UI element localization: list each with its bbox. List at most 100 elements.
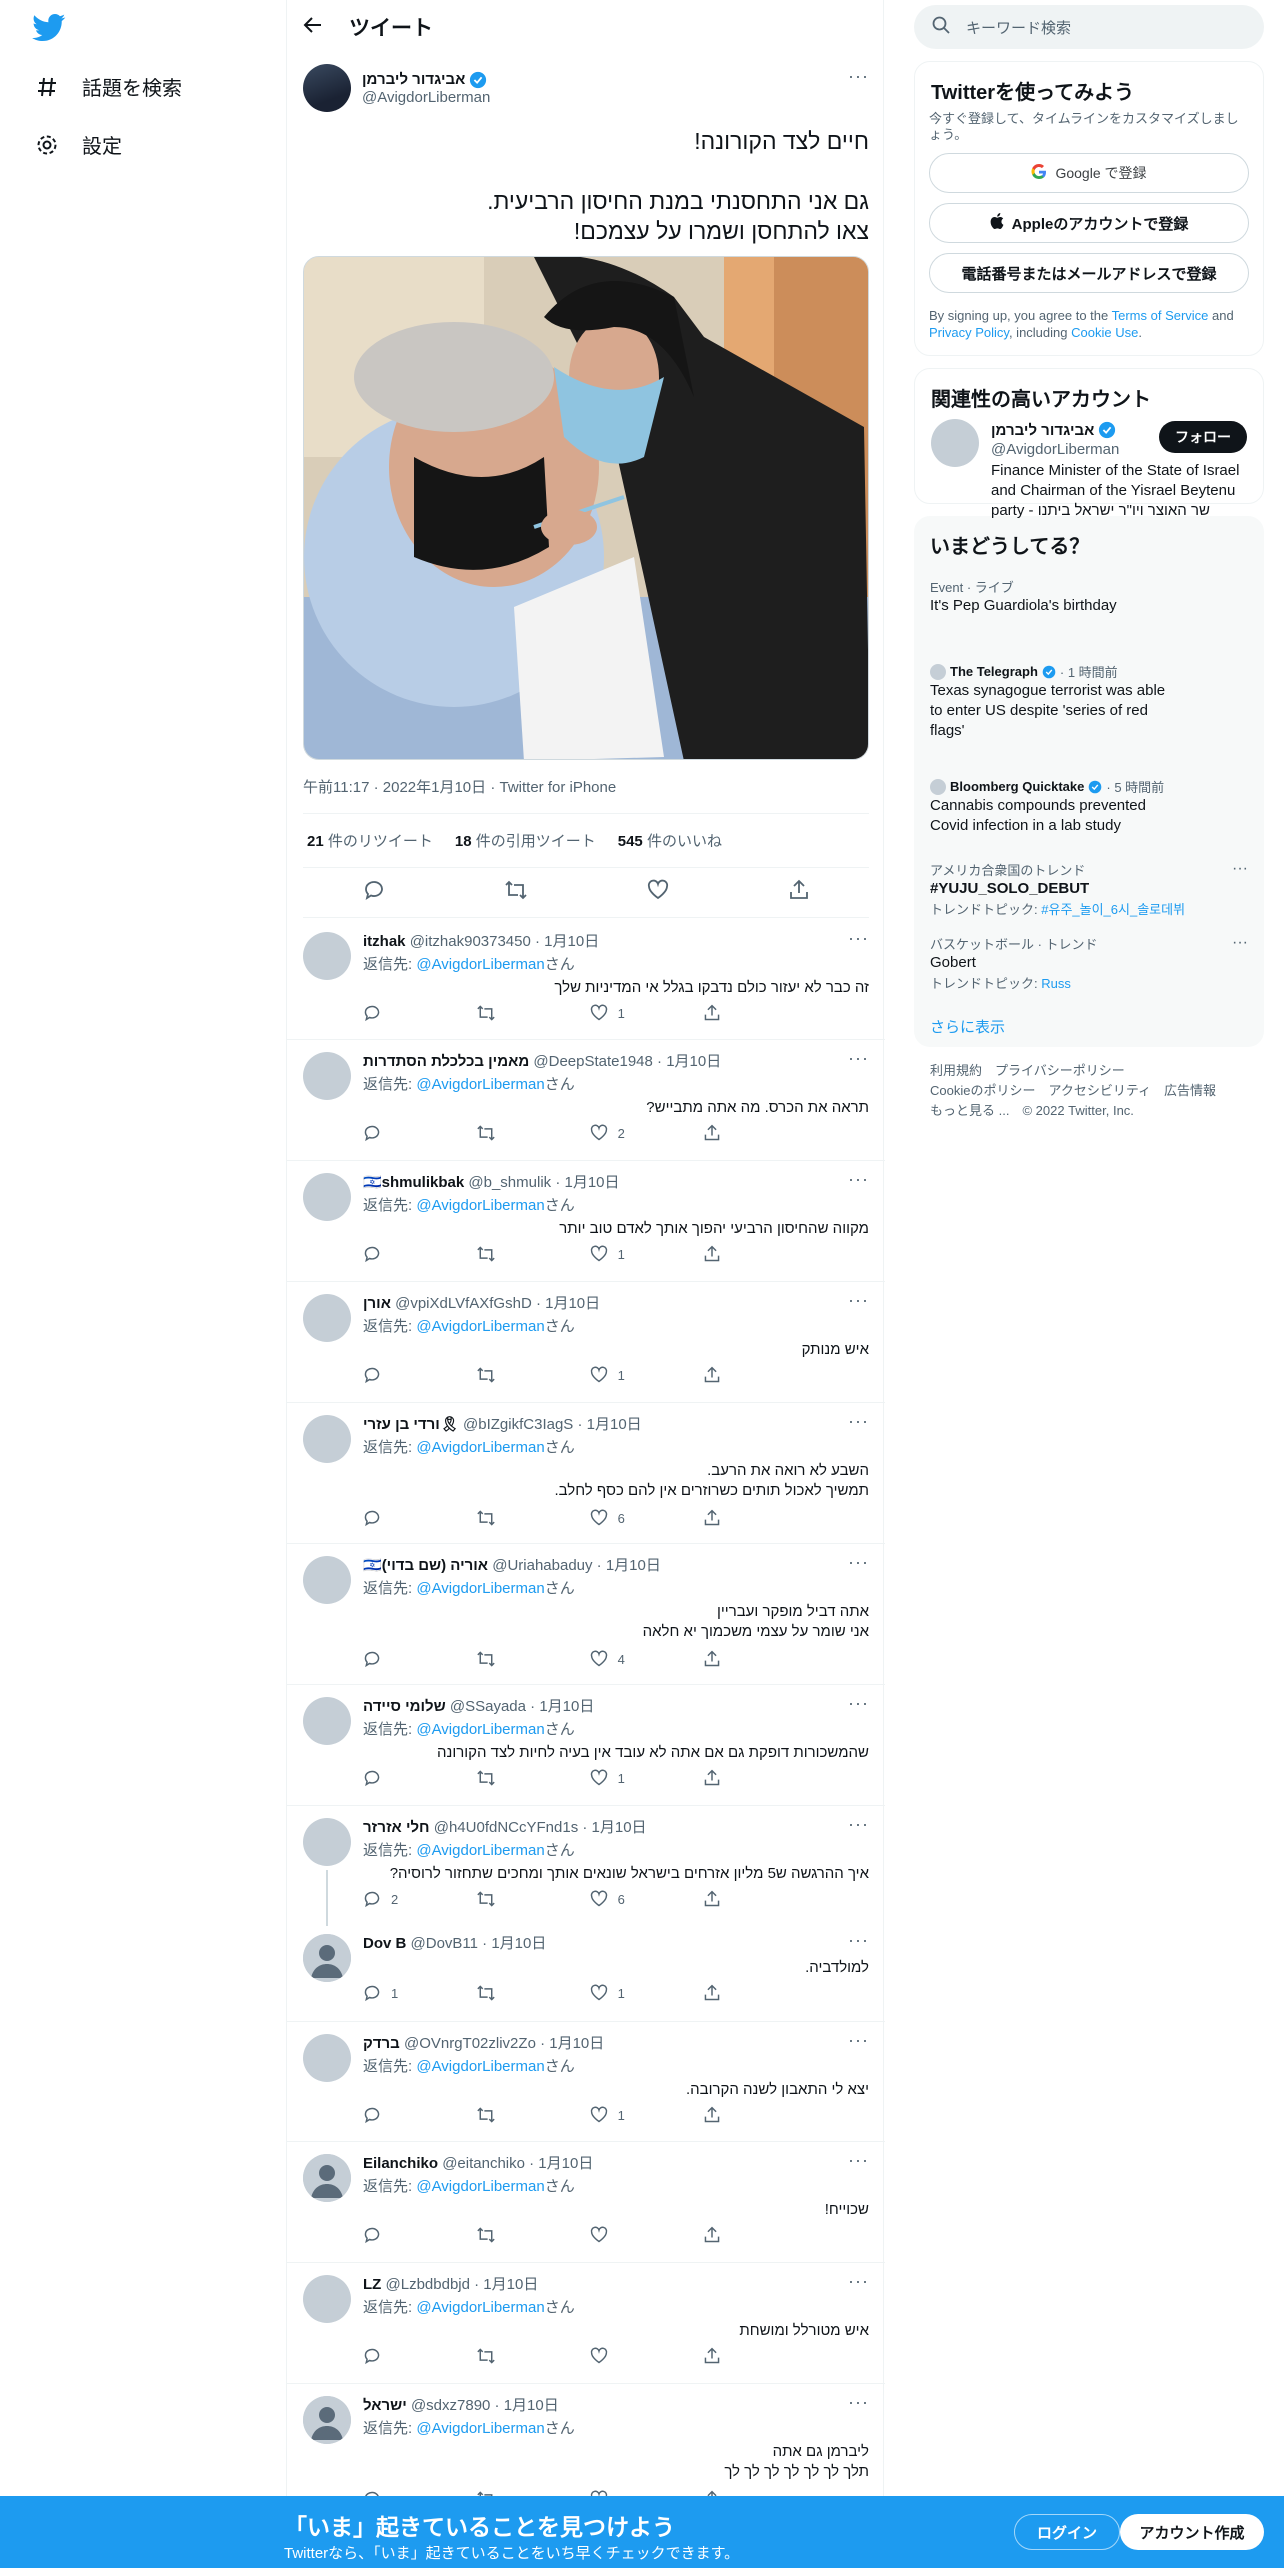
reply-tweet[interactable]: אורן @vpiXdLVfAXfGshD · 1月10日 返信先: @Avigd… xyxy=(287,1282,885,1403)
reply-icon[interactable] xyxy=(363,879,385,906)
like-button[interactable]: 6 xyxy=(590,1890,690,1908)
tweet-author[interactable]: אביגדור ליברמן @AvigdorLiberman xyxy=(303,64,869,112)
more-options-icon[interactable]: ··· xyxy=(1232,860,1248,878)
like-button[interactable]: 2 xyxy=(590,1124,690,1142)
share-button[interactable] xyxy=(703,2347,803,2365)
reply-author-name[interactable]: ורדי בן עזרי🎗 xyxy=(363,1416,459,1433)
like-button[interactable] xyxy=(590,2347,690,2365)
like-button[interactable]: 1 xyxy=(590,1984,690,2002)
reply-author-handle[interactable]: @eitanchiko · 1月10日 xyxy=(442,2155,593,2172)
author-name[interactable]: אביגדור ליברמן xyxy=(362,71,465,88)
search-box[interactable]: キーワード検索 xyxy=(914,5,1264,49)
more-options-icon[interactable]: ··· xyxy=(848,1048,869,1069)
reply-avatar[interactable] xyxy=(303,1294,351,1342)
reply-author-name[interactable]: Eilanchiko xyxy=(363,2155,438,2172)
reply-button[interactable] xyxy=(363,2226,463,2244)
reply-tweet[interactable]: ורדי בן עזרי🎗 @bIZgikfC3IagS · 1月10日 返信先:… xyxy=(287,1403,885,1544)
retweet-button[interactable] xyxy=(476,1984,576,2002)
trend-item-4[interactable]: アメリカ合衆国のトレンド #YUJU_SOLO_DEBUT トレンドトピック: … xyxy=(914,860,1264,918)
more-options-icon[interactable]: ··· xyxy=(848,1411,869,1432)
reply-button[interactable] xyxy=(363,1509,463,1527)
retweet-button[interactable] xyxy=(476,1509,576,1527)
trend-item-5[interactable]: バスケットボール · トレンド Gobert トレンドトピック: Russ ··… xyxy=(914,934,1264,992)
reply-to-link[interactable]: @AvigdorLiberman xyxy=(416,1318,544,1335)
retweet-button[interactable] xyxy=(476,2347,576,2365)
reply-to-link[interactable]: @AvigdorLiberman xyxy=(416,1842,544,1859)
reply-author-handle[interactable]: @itzhak90373450 · 1月10日 xyxy=(410,933,600,950)
google-signup-button[interactable]: Google で登録 xyxy=(929,153,1249,193)
reply-author-name[interactable]: LZ xyxy=(363,2276,381,2293)
reply-to-link[interactable]: @AvigdorLiberman xyxy=(416,1721,544,1738)
author-avatar[interactable] xyxy=(303,64,351,112)
reply-to-link[interactable]: @AvigdorLiberman xyxy=(416,2058,544,2075)
phone-email-signup-button[interactable]: 電話番号またはメールアドレスで登録 xyxy=(929,253,1249,293)
retweet-button[interactable] xyxy=(476,1004,576,1022)
reply-avatar[interactable] xyxy=(303,2034,351,2082)
like-button[interactable]: 1 xyxy=(590,2106,690,2124)
reply-avatar[interactable] xyxy=(303,1556,351,1604)
like-icon[interactable] xyxy=(647,879,669,906)
nav-explore[interactable]: 話題を検索 xyxy=(34,72,182,101)
retweets-stat[interactable]: 21 件のリツイート xyxy=(307,830,433,851)
reply-avatar[interactable] xyxy=(303,1415,351,1463)
reply-button[interactable] xyxy=(363,1366,463,1384)
reply-tweet[interactable]: מאמין בכלכלת הסתדרות @DeepState1948 · 1月… xyxy=(287,1040,885,1161)
more-options-icon[interactable]: ··· xyxy=(848,2392,869,2413)
retweet-button[interactable] xyxy=(476,1650,576,1668)
reply-tweet[interactable]: itzhak @itzhak90373450 · 1月10日 返信先: @Avig… xyxy=(287,920,885,1040)
search-input[interactable]: キーワード検索 xyxy=(966,17,1071,38)
share-button[interactable] xyxy=(703,1890,803,1908)
reply-author-name[interactable]: ברדק xyxy=(363,2035,400,2052)
like-button[interactable] xyxy=(590,2226,690,2244)
reply-author-handle[interactable]: @DeepState1948 · 1月10日 xyxy=(533,1053,721,1070)
reply-author-handle[interactable]: @Lzbdbdbjd · 1月10日 xyxy=(386,2276,539,2293)
more-options-icon[interactable]: ··· xyxy=(848,1552,869,1573)
retweet-button[interactable] xyxy=(476,2106,576,2124)
reply-avatar[interactable] xyxy=(303,2154,351,2202)
retweet-button[interactable] xyxy=(476,1890,576,1908)
reply-button[interactable] xyxy=(363,2347,463,2365)
footer-line-3[interactable]: もっと見る ... © 2022 Twitter, Inc. xyxy=(914,1101,1264,1121)
likes-stat[interactable]: 545 件のいいね xyxy=(618,830,722,851)
reply-author-handle[interactable]: @b_shmulik · 1月10日 xyxy=(468,1174,619,1191)
reply-author-name[interactable]: itzhak xyxy=(363,933,406,950)
reply-avatar[interactable] xyxy=(303,1173,351,1221)
reply-author-name[interactable]: אורן xyxy=(363,1295,391,1312)
more-options-icon[interactable]: ··· xyxy=(848,1814,869,1835)
more-options-icon[interactable]: ··· xyxy=(848,1169,869,1190)
trend-topic-link[interactable]: #유주_놀이_6시_솔로데뷔 xyxy=(1041,902,1185,917)
reply-tweet[interactable]: חלי אזרזר @h4U0fdNCcYFnd1s · 1月10日 返信先: @… xyxy=(287,1806,885,1922)
reply-button[interactable]: 2 xyxy=(363,1890,463,1908)
reply-to-link[interactable]: @AvigdorLiberman xyxy=(416,1580,544,1597)
reply-avatar[interactable] xyxy=(303,1052,351,1100)
reply-to-link[interactable]: @AvigdorLiberman xyxy=(416,2420,544,2437)
trend-item-2[interactable]: The Telegraph · 1 時間前 Texas synagogue ter… xyxy=(914,662,1264,741)
reply-author-name[interactable]: Dov B xyxy=(363,1935,406,1952)
trend-item-3[interactable]: Bloomberg Quicktake · 5 時間前 Cannabis comp… xyxy=(914,777,1264,836)
trend-topic-link[interactable]: Russ xyxy=(1041,976,1071,991)
author-handle[interactable]: @AvigdorLiberman xyxy=(362,89,490,106)
reply-to-link[interactable]: @AvigdorLiberman xyxy=(416,2299,544,2316)
share-icon[interactable] xyxy=(788,879,810,906)
share-button[interactable] xyxy=(703,2106,803,2124)
more-options-icon[interactable]: ··· xyxy=(848,1930,869,1951)
cookie-link[interactable]: Cookie Use xyxy=(1071,325,1138,340)
more-options-icon[interactable]: ··· xyxy=(848,1290,869,1311)
footer-line-2[interactable]: Cookieのポリシー アクセシビリティ 広告情報 xyxy=(914,1081,1264,1101)
reply-button[interactable] xyxy=(363,2106,463,2124)
share-button[interactable] xyxy=(703,1124,803,1142)
show-more-link[interactable]: さらに表示 xyxy=(914,1016,1264,1037)
footer-line-1[interactable]: 利用規約 プライバシーポリシー xyxy=(914,1061,1264,1081)
more-options-icon[interactable]: ··· xyxy=(848,1693,869,1714)
like-button[interactable]: 1 xyxy=(590,1004,690,1022)
apple-signup-button[interactable]: Appleのアカウントで登録 xyxy=(929,203,1249,243)
tweet-photo[interactable] xyxy=(303,256,869,760)
reply-author-handle[interactable]: @OVnrgT02zliv2Zo · 1月10日 xyxy=(404,2035,604,2052)
reply-author-name[interactable]: חלי אזרזר xyxy=(363,1819,430,1836)
reply-tweet[interactable]: ברדק @OVnrgT02zliv2Zo · 1月10日 返信先: @Avigd… xyxy=(287,2022,885,2142)
more-options-icon[interactable]: ··· xyxy=(848,2150,869,2171)
reply-author-name[interactable]: 🇮🇱shmulikbak xyxy=(363,1174,464,1191)
reply-to-link[interactable]: @AvigdorLiberman xyxy=(416,1076,544,1093)
reply-author-handle[interactable]: @bIZgikfC3IagS · 1月10日 xyxy=(463,1416,642,1433)
like-button[interactable]: 1 xyxy=(590,1769,690,1787)
